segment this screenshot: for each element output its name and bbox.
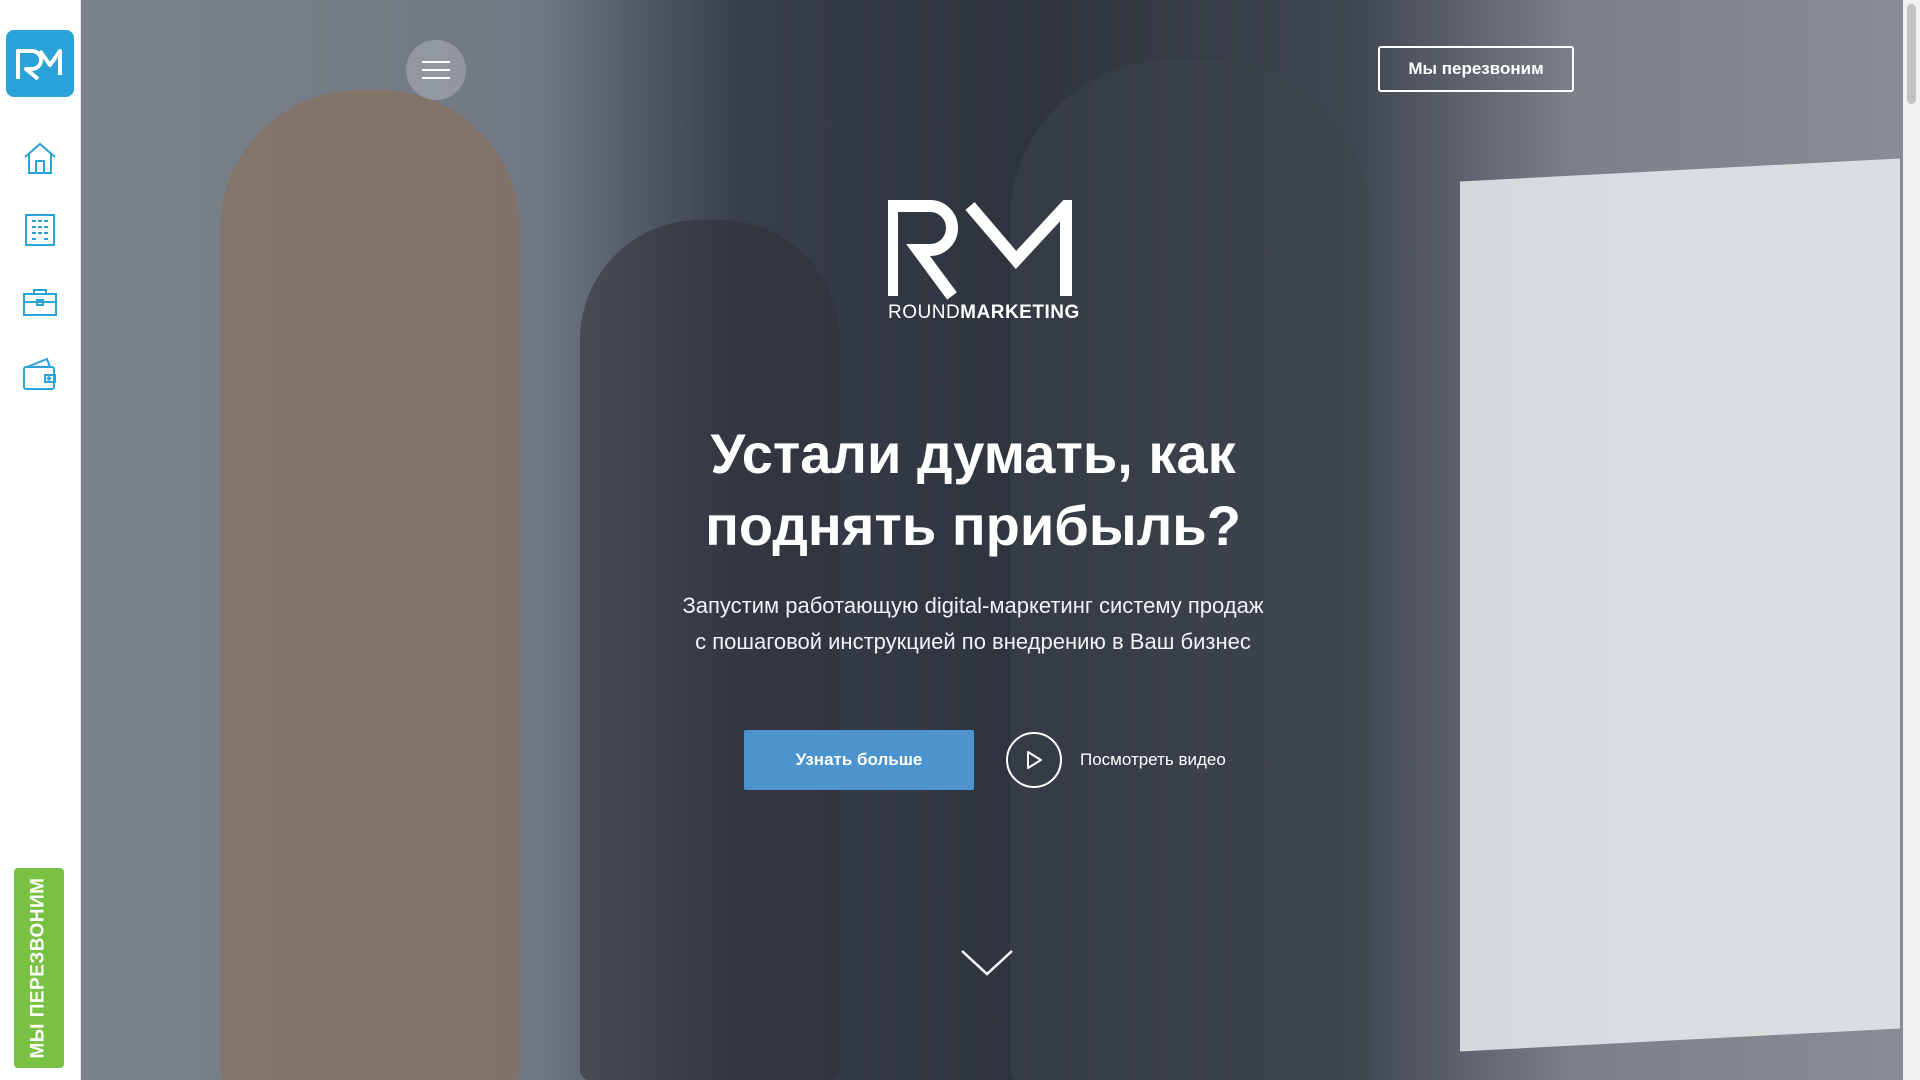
brand-wordmark: ROUNDMARKETING bbox=[888, 302, 1079, 324]
left-sidebar: МЫ ПЕРЕЗВОНИМ bbox=[0, 0, 81, 1080]
wallet-icon[interactable] bbox=[17, 351, 63, 397]
building-icon[interactable] bbox=[17, 207, 63, 253]
briefcase-icon[interactable] bbox=[17, 279, 63, 325]
hero-subline: Запустим работающую digital-маркетинг си… bbox=[640, 588, 1306, 660]
play-icon[interactable] bbox=[1006, 732, 1062, 788]
page-scrollbar[interactable] bbox=[1903, 0, 1920, 1080]
home-icon[interactable] bbox=[17, 135, 63, 181]
chevron-down-icon[interactable] bbox=[960, 948, 1014, 978]
background-person bbox=[220, 90, 520, 1080]
callback-button[interactable]: Мы перезвоним bbox=[1378, 46, 1574, 92]
watch-video-label: Посмотреть видео bbox=[1080, 750, 1226, 769]
brand-logo: ROUNDMARKETING bbox=[888, 200, 1079, 324]
hero-subline-line-2: с пошаговой инструкцией по внедрению в В… bbox=[695, 629, 1251, 654]
brand-round: ROUND bbox=[888, 302, 961, 323]
hamburger-menu-button[interactable] bbox=[406, 40, 466, 100]
callback-vertical-button[interactable]: МЫ ПЕРЕЗВОНИМ bbox=[14, 868, 64, 1068]
hero-headline: Устали думать, как поднять прибыль? bbox=[705, 422, 1241, 557]
watch-video-link[interactable]: Посмотреть видео bbox=[1006, 730, 1226, 790]
hero-section: Мы перезвоним ROUNDMARKETING Устали дума… bbox=[80, 0, 1903, 1080]
whiteboard-backdrop bbox=[1460, 158, 1900, 1052]
scrollbar-thumb[interactable] bbox=[1907, 4, 1916, 104]
callback-vertical-label: МЫ ПЕРЕЗВОНИМ bbox=[28, 877, 49, 1059]
rm-logo-icon bbox=[888, 200, 1072, 300]
hero-subline-line-1: Запустим работающую digital-маркетинг си… bbox=[682, 593, 1264, 618]
learn-more-button[interactable]: Узнать больше bbox=[744, 730, 974, 790]
rm-logo-icon[interactable] bbox=[6, 30, 74, 97]
hamburger-icon bbox=[422, 61, 450, 79]
brand-marketing: MARKETING bbox=[960, 302, 1080, 323]
